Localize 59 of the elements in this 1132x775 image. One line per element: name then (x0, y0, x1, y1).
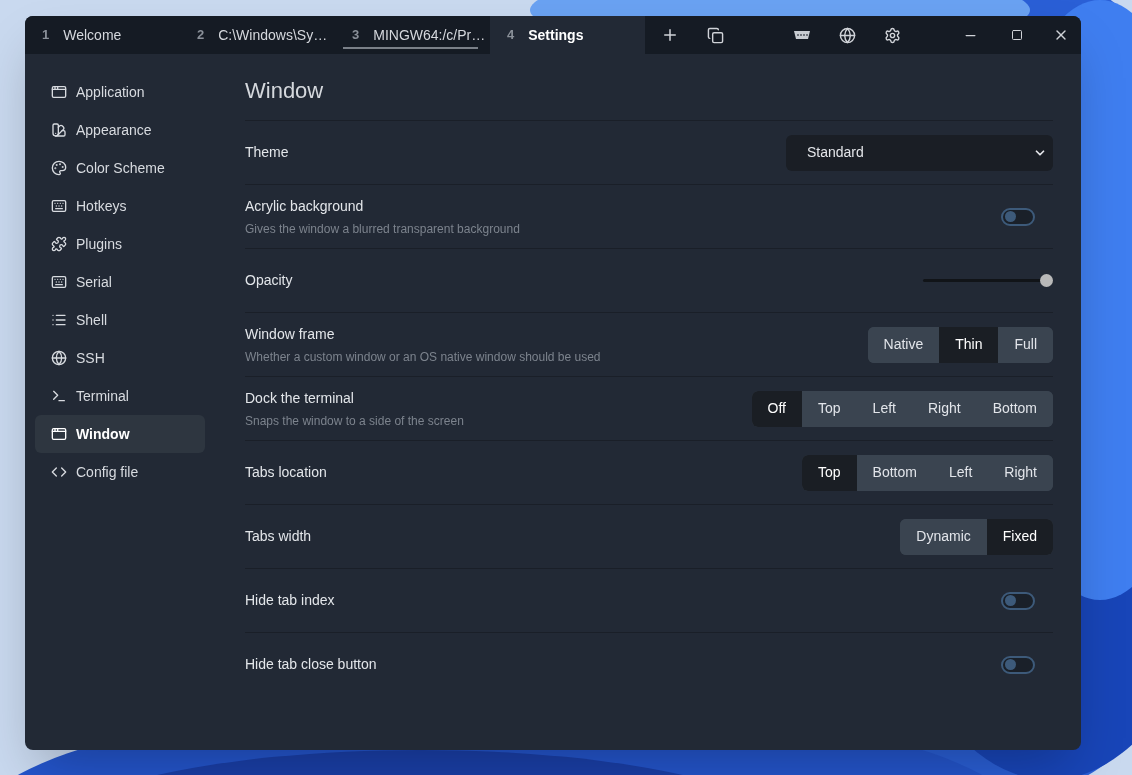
sidebar-item[interactable]: Config file (35, 453, 205, 491)
sidebar-item[interactable]: Terminal (35, 377, 205, 415)
setting-label: Acrylic background (245, 196, 365, 216)
section-title: Window (245, 77, 325, 105)
sidebar-item[interactable]: Color Scheme (35, 149, 205, 187)
tab-index: 1 (42, 26, 50, 45)
setting-description: Gives the window a blurred transparent background (245, 220, 520, 238)
tab-index: 4 (507, 26, 515, 45)
tab[interactable]: 4 Settings (490, 16, 645, 54)
swatches-icon (51, 122, 67, 138)
sidebar-item[interactable]: Window (35, 415, 205, 453)
new-tab-icon[interactable] (661, 26, 679, 44)
window-icon (51, 426, 67, 442)
settings-icon[interactable] (884, 26, 901, 44)
tab[interactable]: 2 C:\Windows\Sy… (180, 16, 335, 54)
segment-option[interactable]: Fixed (986, 518, 1053, 555)
segment-option[interactable]: Thin (939, 326, 999, 363)
sidebar-item[interactable]: SSH (35, 339, 205, 377)
keyboard-icon (51, 274, 67, 290)
toggle-switch[interactable] (1001, 655, 1035, 674)
windows-icon[interactable] (707, 26, 724, 44)
setting-label: Hide tab index (245, 591, 335, 610)
setting-label: Window frame (245, 324, 336, 344)
setting-label: Opacity (245, 271, 293, 290)
list-icon (51, 312, 67, 328)
tab[interactable]: 1 Welcome (25, 16, 180, 54)
serial-port-icon[interactable] (793, 30, 811, 40)
sidebar-item[interactable]: Application (35, 73, 205, 111)
globe-icon (51, 350, 67, 366)
window-icon (51, 84, 67, 100)
sidebar-item[interactable]: Shell (35, 301, 205, 339)
tab-index: 3 (352, 26, 360, 45)
sidebar-item[interactable]: Hotkeys (35, 187, 205, 225)
segment-option[interactable]: Off (751, 390, 802, 427)
sidebar-item[interactable]: Appearance (35, 111, 205, 149)
tab-index: 2 (197, 26, 205, 45)
puzzle-icon (51, 236, 67, 252)
slider-track[interactable] (923, 273, 1053, 288)
theme-dropdown[interactable]: Standard (786, 134, 1053, 171)
sidebar-item[interactable]: Serial (35, 263, 205, 301)
slider-thumb[interactable] (1040, 274, 1053, 287)
tab[interactable]: 3 MINGW64:/c/Pr… (335, 16, 490, 54)
setting-label: Hide tab close button (245, 655, 377, 674)
terminal-icon (51, 388, 67, 404)
setting-label: Tabs width (245, 527, 312, 546)
maximize-icon[interactable] (1011, 29, 1023, 41)
toggle-switch[interactable] (1001, 591, 1035, 610)
setting-description: Snaps the window to a side of the screen (245, 412, 464, 430)
toggle-switch[interactable] (1001, 207, 1035, 226)
setting-label: Theme (245, 143, 289, 162)
setting-description: Whether a custom window or an OS native window should be used (245, 348, 601, 366)
setting-label: Tabs location (245, 463, 327, 482)
globe-icon[interactable] (839, 26, 856, 44)
palette-icon (51, 160, 67, 176)
segment-option[interactable]: Top (802, 454, 857, 491)
keyboard-icon (51, 198, 67, 214)
sidebar-item[interactable]: Plugins (35, 225, 205, 263)
code-icon (51, 464, 67, 480)
setting-label: Dock the terminal (245, 388, 355, 408)
